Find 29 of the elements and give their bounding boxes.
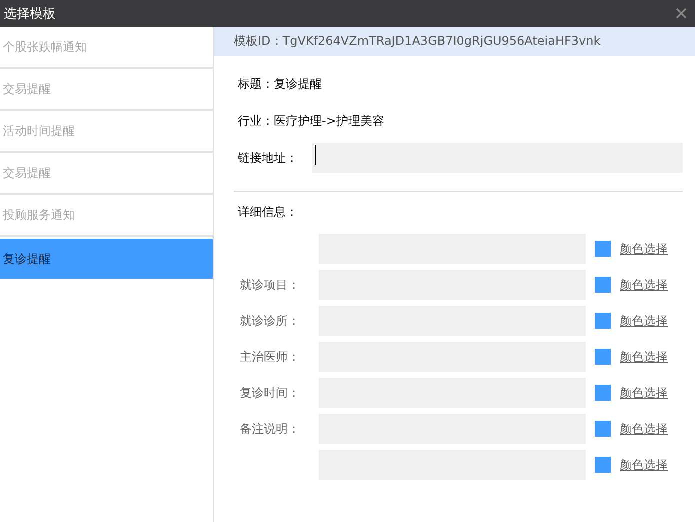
color-swatch[interactable] [595, 385, 611, 401]
template-id-bar: 模板ID：TgVKf264VZmTRaJD1A3GB7I0gRjGU956AteiaHF3vnk [214, 27, 695, 56]
color-picker-link[interactable]: 颜色选择 [620, 456, 668, 474]
input-field[interactable] [312, 143, 683, 173]
color-swatch[interactable] [595, 313, 611, 329]
field-label: 就诊项目： [239, 276, 301, 294]
color-picker-link[interactable]: 颜色选择 [620, 240, 668, 258]
color-swatch[interactable] [595, 421, 611, 437]
window-title: 选择模板 [4, 6, 56, 22]
link-label: 链接地址： [238, 150, 299, 166]
industry-line: 行业：医疗护理->护理美容 [237, 113, 386, 130]
sidebar-item[interactable]: 复诊提醒 [0, 239, 213, 279]
field-label: 就诊诊所： [239, 312, 301, 330]
title-line: 标题：复诊提醒 [237, 76, 323, 93]
field-label: 主治医师： [239, 348, 301, 366]
color-picker-link[interactable]: 颜色选择 [620, 276, 668, 294]
color-picker-link[interactable]: 颜色选择 [620, 420, 668, 438]
color-picker-link[interactable]: 颜色选择 [620, 384, 668, 402]
color-swatch[interactable] [595, 277, 611, 293]
text-cursor [315, 145, 316, 165]
color-swatch[interactable] [595, 457, 611, 473]
field-label: 复诊时间： [239, 384, 301, 402]
close-icon[interactable] [676, 8, 687, 19]
details-label: 详细信息： [237, 204, 299, 221]
color-picker-link[interactable]: 颜色选择 [620, 348, 668, 366]
color-swatch[interactable] [595, 349, 611, 365]
color-picker-link[interactable]: 颜色选择 [620, 312, 668, 330]
color-swatch[interactable] [595, 241, 611, 257]
field-label: 备注说明： [239, 420, 301, 438]
